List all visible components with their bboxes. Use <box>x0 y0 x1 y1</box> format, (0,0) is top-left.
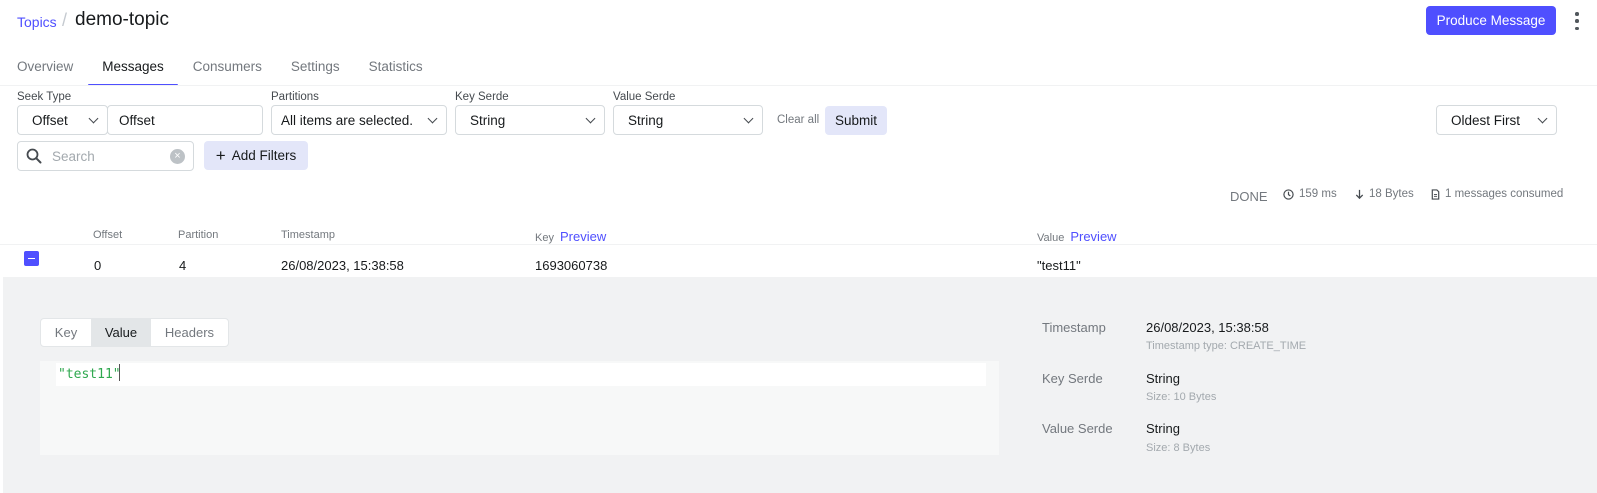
more-options-icon[interactable] <box>1572 10 1582 32</box>
chevron-down-icon <box>427 113 438 123</box>
page-title: demo-topic <box>75 9 169 30</box>
tab-messages[interactable]: Messages <box>88 55 178 86</box>
info-label-value-serde: Value Serde <box>1042 421 1113 436</box>
info-sub-key-size: Size: 10 Bytes <box>1146 391 1217 403</box>
value-serde-select[interactable]: String <box>613 105 763 135</box>
produce-message-button[interactable]: Produce Message <box>1426 6 1556 35</box>
row-partition: 4 <box>179 258 187 273</box>
value-serde-label: Value Serde <box>613 91 676 103</box>
consume-status: DONE <box>1230 189 1268 204</box>
collapse-row-button[interactable] <box>24 251 39 266</box>
chevron-down-icon <box>585 113 596 123</box>
info-label-timestamp: Timestamp <box>1042 320 1106 335</box>
chevron-down-icon <box>743 113 754 123</box>
seek-type-label: Seek Type <box>17 91 72 103</box>
info-value-value-serde: String <box>1146 421 1180 436</box>
detail-content-tabs: Key Value Headers <box>40 318 229 347</box>
seek-type-value: Offset <box>32 112 68 128</box>
document-icon <box>1431 188 1440 200</box>
partitions-select[interactable]: All items are selected. <box>271 105 447 135</box>
chevron-down-icon <box>88 113 99 123</box>
tab-consumers[interactable]: Consumers <box>193 55 262 85</box>
tabs-divider <box>0 85 1597 86</box>
breadcrumb-topics-link[interactable]: Topics <box>17 14 57 30</box>
page: Topics / demo-topic Produce Message Over… <box>0 0 1597 493</box>
arrow-down-icon <box>1355 189 1364 199</box>
submit-button[interactable]: Submit <box>825 106 887 135</box>
table-header-divider <box>0 244 1597 245</box>
tab-settings[interactable]: Settings <box>291 55 340 85</box>
seek-type-select[interactable]: Offset <box>17 105 108 135</box>
bytes-consumed: 18 Bytes <box>1355 188 1414 200</box>
add-filters-button[interactable]: + Add Filters <box>204 141 308 170</box>
row-key: 1693060738 <box>535 258 608 273</box>
key-serde-label: Key Serde <box>455 91 509 103</box>
value-serde-value: String <box>628 112 664 128</box>
clock-icon <box>1283 188 1294 200</box>
search-icon <box>26 148 42 164</box>
sort-order-value: Oldest First <box>1451 112 1521 128</box>
info-value-timestamp: 26/08/2023, 15:38:58 <box>1146 320 1269 335</box>
value-preview-link[interactable]: Preview <box>1070 229 1116 244</box>
bytes-consumed-value: 18 Bytes <box>1369 188 1414 200</box>
key-serde-select[interactable]: String <box>455 105 605 135</box>
partitions-value: All items are selected. <box>281 112 414 128</box>
info-label-key-serde: Key Serde <box>1042 371 1103 386</box>
text-cursor <box>119 364 120 381</box>
plus-icon: + <box>215 146 226 165</box>
column-header-value: Value Preview <box>1037 229 1117 244</box>
detail-tab-key[interactable]: Key <box>41 319 91 346</box>
clear-all-button[interactable]: Clear all <box>777 114 819 126</box>
row-offset: 0 <box>94 258 102 273</box>
column-header-value-label: Value <box>1037 232 1065 244</box>
search-placeholder: Search <box>52 148 95 164</box>
search-input[interactable]: Search × <box>17 141 194 171</box>
info-sub-value-size: Size: 8 Bytes <box>1146 442 1211 454</box>
elapsed-time: 159 ms <box>1283 188 1337 200</box>
code-active-line <box>56 363 986 386</box>
chevron-down-icon <box>1537 113 1548 123</box>
column-header-partition: Partition <box>178 229 219 241</box>
column-header-key: Key Preview <box>535 229 606 244</box>
detail-tab-headers[interactable]: Headers <box>151 319 228 346</box>
message-content-text: "test11" <box>58 367 121 382</box>
elapsed-time-value: 159 ms <box>1299 188 1337 200</box>
topic-tabs: Overview Messages Consumers Settings Sta… <box>17 55 452 86</box>
partitions-label: Partitions <box>271 91 319 103</box>
messages-consumed: 1 messages consumed <box>1431 188 1563 200</box>
key-serde-value: String <box>470 112 506 128</box>
clear-search-icon[interactable]: × <box>170 148 185 164</box>
key-preview-link[interactable]: Preview <box>560 229 606 244</box>
messages-consumed-value: 1 messages consumed <box>1445 188 1564 200</box>
column-header-key-label: Key <box>535 232 554 244</box>
add-filters-label: Add Filters <box>231 148 297 163</box>
info-sub-timestamp-type: Timestamp type: CREATE_TIME <box>1146 340 1307 352</box>
tab-overview[interactable]: Overview <box>17 55 73 85</box>
offset-input[interactable]: Offset <box>107 105 263 135</box>
tab-statistics[interactable]: Statistics <box>369 55 423 85</box>
info-value-key-serde: String <box>1146 371 1180 386</box>
column-header-offset: Offset <box>93 229 123 241</box>
breadcrumb-separator: / <box>62 10 68 30</box>
row-value: "test11" <box>1037 258 1081 273</box>
row-timestamp: 26/08/2023, 15:38:58 <box>281 258 404 273</box>
sort-order-select[interactable]: Oldest First <box>1436 105 1557 135</box>
message-content-viewer[interactable]: "test11" <box>40 361 999 455</box>
detail-tab-value[interactable]: Value <box>91 319 151 346</box>
column-header-timestamp: Timestamp <box>281 229 335 241</box>
offset-input-value: Offset <box>119 112 155 128</box>
